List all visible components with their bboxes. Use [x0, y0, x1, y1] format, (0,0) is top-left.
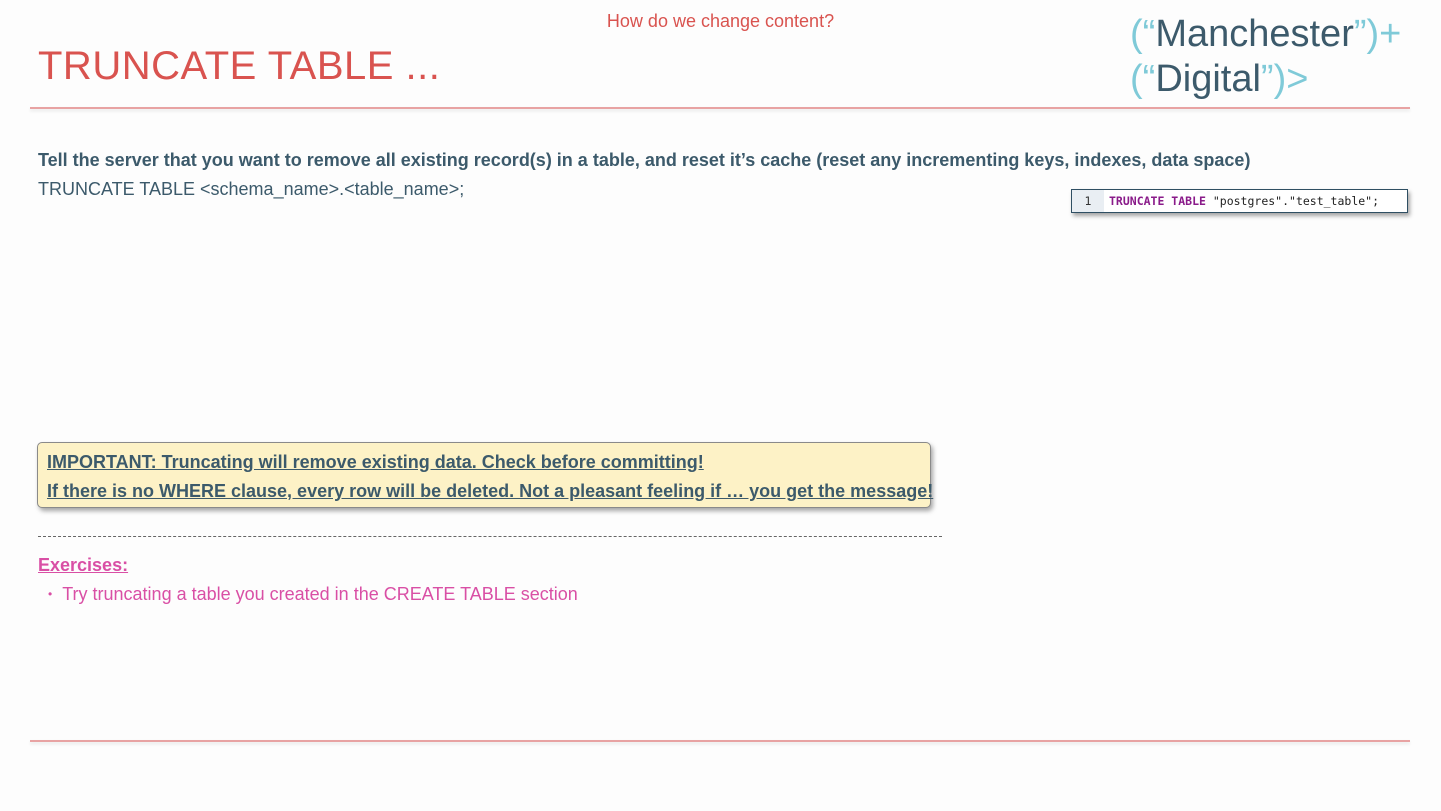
warning-line-2: If there is no WHERE clause, every row w…: [47, 481, 934, 501]
logo-close-paren: ”)+: [1353, 13, 1402, 55]
exercise-text: Try truncating a table you created in th…: [62, 584, 578, 604]
logo-line-2: (“Digital”)>: [1130, 57, 1401, 102]
code-keyword: TRUNCATE TABLE: [1109, 194, 1206, 208]
dashed-divider: [38, 536, 942, 537]
description-text: Tell the server that you want to remove …: [38, 150, 1251, 170]
syntax-text: TRUNCATE TABLE <schema_name>.<table_name…: [38, 179, 465, 199]
warning-box: IMPORTANT: Truncating will remove existi…: [37, 442, 934, 508]
footer-divider: [30, 740, 1410, 742]
warning-line-1: IMPORTANT: Truncating will remove existi…: [47, 452, 704, 472]
code-arguments: "postgres"."test_table";: [1205, 194, 1380, 208]
exercises-heading: Exercises:: [38, 555, 129, 575]
code-line: TRUNCATE TABLE "postgres"."test_table";: [1104, 194, 1379, 208]
code-example: 1 TRUNCATE TABLE "postgres"."test_table"…: [1071, 189, 1408, 213]
logo-open-paren: (“: [1130, 13, 1156, 55]
slide-title: TRUNCATE TABLE ...: [38, 44, 441, 88]
brand-logo: (“Manchester”)+ (“Digital”)>: [1130, 12, 1401, 102]
exercise-item: • Try truncating a table you created in t…: [48, 584, 578, 605]
logo-word-digital: Digital: [1155, 58, 1261, 100]
header-divider: [30, 107, 1410, 109]
logo-line-1: (“Manchester”)+: [1130, 12, 1401, 57]
bullet-icon: •: [48, 587, 53, 601]
code-line-number: 1: [1072, 190, 1104, 212]
logo-close-paren: ”)>: [1260, 58, 1309, 100]
logo-open-paren: (“: [1130, 58, 1156, 100]
logo-word-manchester: Manchester: [1155, 13, 1354, 55]
